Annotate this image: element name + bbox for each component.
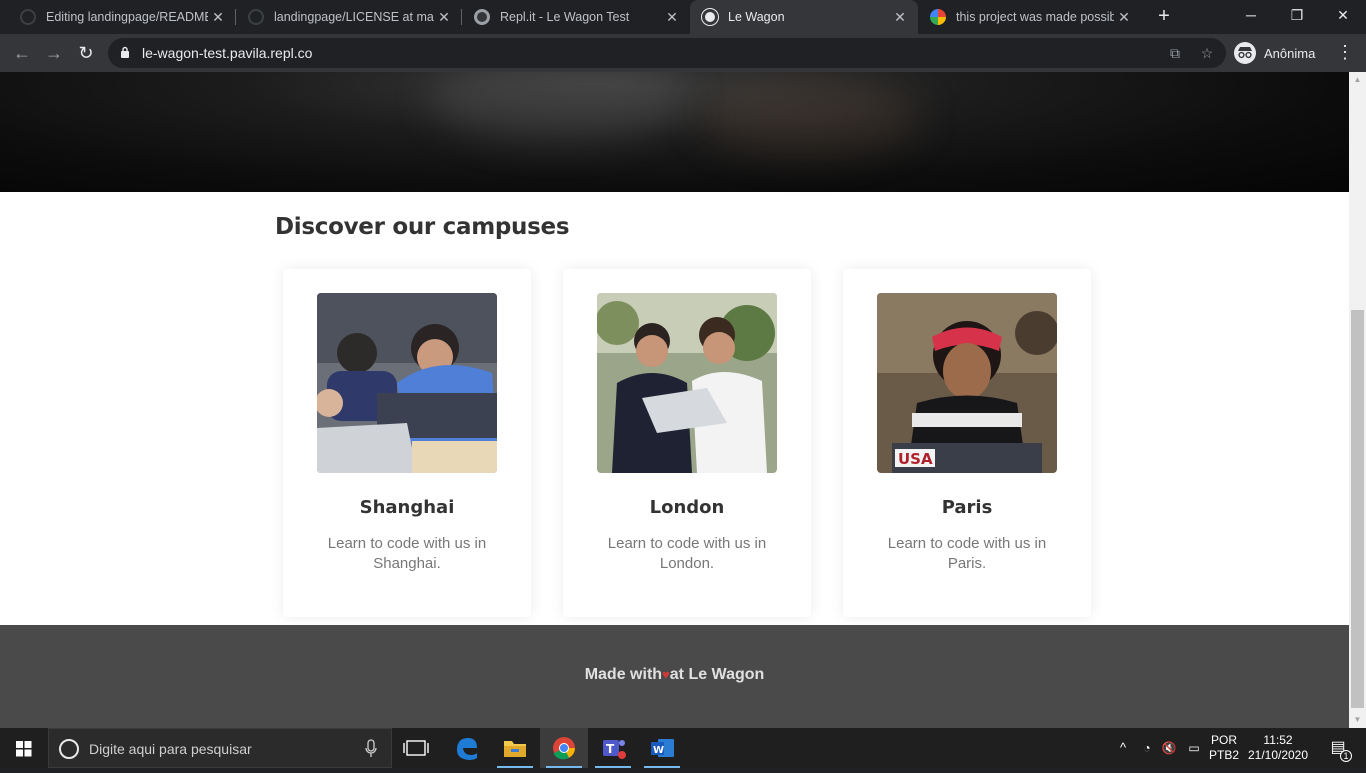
volume-muted-icon[interactable]: 🔇: [1158, 728, 1180, 768]
keyboard-layout: PTB2: [1208, 748, 1239, 762]
footer-credit: Made with♥at Le Wagon: [0, 666, 1349, 684]
tab-replit[interactable]: Repl.it - Le Wagon Test ✕: [462, 0, 690, 34]
notification-count: 1: [1340, 750, 1352, 762]
scroll-up-arrow-icon[interactable]: ▲: [1349, 72, 1366, 88]
tab-title: this project was made possible: [956, 10, 1114, 24]
campus-city: Shanghai: [359, 497, 455, 518]
globe-icon: [702, 9, 718, 25]
hero-banner-image: [0, 72, 1349, 192]
back-button[interactable]: ←: [10, 41, 34, 65]
taskbar-search-box[interactable]: Digite aqui para pesquisar: [48, 728, 392, 768]
svg-text:W: W: [653, 745, 664, 756]
task-view-icon[interactable]: [392, 728, 440, 768]
section-title: Discover our campuses: [275, 214, 570, 240]
footer-made-with: Made with: [584, 666, 663, 683]
minimize-button[interactable]: ─: [1228, 0, 1274, 30]
tab-title: Le Wagon: [728, 10, 785, 24]
translate-icon[interactable]: ⧉: [1166, 44, 1184, 62]
forward-button[interactable]: →: [42, 41, 66, 65]
language-code: POR: [1210, 733, 1237, 747]
chrome-icon[interactable]: [540, 728, 588, 768]
edge-browser-icon[interactable]: [443, 728, 491, 768]
close-window-button[interactable]: ✕: [1320, 0, 1366, 30]
campus-card-london[interactable]: London Learn to code with us in London.: [563, 269, 811, 617]
github-icon: [20, 9, 36, 25]
svg-text:T: T: [606, 742, 615, 756]
restore-button[interactable]: ❐: [1274, 0, 1320, 30]
battery-icon[interactable]: ▭: [1182, 728, 1206, 768]
campus-city: London: [649, 497, 725, 518]
tab-title: landingpage/LICENSE at main: [274, 10, 434, 24]
address-bar[interactable]: le-wagon-test.pavila.repl.co ⧉ ☆: [108, 38, 1226, 68]
search-placeholder: Digite aqui para pesquisar: [89, 741, 252, 757]
tab-le-wagon[interactable]: Le Wagon ✕: [690, 0, 918, 34]
cortana-icon[interactable]: [59, 739, 79, 759]
wifi-icon[interactable]: ◔: [1136, 728, 1158, 768]
close-icon[interactable]: ✕: [890, 9, 910, 26]
page-viewport: Discover our campuses Shanghai Learn to …: [0, 72, 1349, 728]
campus-description: Learn to code with us in London.: [607, 535, 767, 572]
url-text: le-wagon-test.pavila.repl.co: [142, 45, 313, 61]
new-tab-button[interactable]: +: [1152, 6, 1176, 28]
start-button[interactable]: [0, 728, 48, 768]
incognito-profile-button[interactable]: Anônima: [1234, 38, 1315, 68]
profile-label: Anônima: [1264, 45, 1316, 61]
close-icon[interactable]: ✕: [1114, 9, 1134, 26]
campus-description: Learn to code with us in Shanghai.: [327, 535, 487, 572]
svg-text:USA: USA: [898, 450, 933, 468]
microphone-icon[interactable]: [365, 739, 377, 759]
page-scrollbar[interactable]: ▲ ▼: [1349, 72, 1366, 728]
heart-icon: ♥: [662, 667, 670, 682]
scroll-down-arrow-icon[interactable]: ▼: [1349, 712, 1366, 728]
tab-title: Editing landingpage/README.: [46, 10, 208, 24]
replit-icon: [474, 9, 490, 25]
clock[interactable]: 11:52 21/10/2020: [1244, 728, 1312, 768]
campus-photo-shanghai: [317, 293, 497, 473]
browser-toolbar: ← → ↻ le-wagon-test.pavila.repl.co ⧉ ☆ A…: [0, 34, 1366, 72]
clock-date: 21/10/2020: [1247, 748, 1309, 762]
teams-icon[interactable]: T: [589, 728, 637, 768]
action-center-icon[interactable]: ▤ 1: [1318, 728, 1358, 768]
windows-taskbar: Digite aqui para pesquisar T W ^ ◔ 🔇 ▭ P…: [0, 728, 1366, 768]
tab-editing-readme[interactable]: Editing landingpage/README. ✕: [8, 0, 236, 34]
github-icon: [248, 9, 264, 25]
incognito-icon: [1234, 42, 1256, 64]
lock-icon: [121, 46, 129, 58]
tab-strip: Editing landingpage/README. ✕ landingpag…: [0, 0, 1366, 34]
close-icon[interactable]: ✕: [662, 9, 682, 26]
show-hidden-icons-chevron-icon[interactable]: ^: [1112, 728, 1134, 768]
campus-photo-paris: USA: [877, 293, 1057, 473]
tab-title: Repl.it - Le Wagon Test: [500, 10, 630, 24]
google-icon: [930, 9, 946, 25]
file-explorer-icon[interactable]: [491, 728, 539, 768]
campus-card-shanghai[interactable]: Shanghai Learn to code with us in Shangh…: [283, 269, 531, 617]
tab-google-search[interactable]: this project was made possible ✕: [918, 0, 1142, 34]
reload-button[interactable]: ↻: [74, 41, 98, 65]
word-icon[interactable]: W: [638, 728, 686, 768]
page-footer: Made with♥at Le Wagon: [0, 625, 1349, 728]
browser-menu-icon[interactable]: ⋮: [1336, 42, 1354, 62]
footer-at: at Le Wagon: [669, 666, 765, 683]
campus-card-paris[interactable]: USA Paris Learn to code with us in Paris…: [843, 269, 1091, 617]
input-language-indicator[interactable]: POR PTB2: [1206, 728, 1242, 768]
campus-city: Paris: [941, 497, 993, 518]
clock-time: 11:52: [1263, 733, 1293, 747]
tab-license[interactable]: landingpage/LICENSE at main ✕: [236, 0, 462, 34]
campus-photo-london: [597, 293, 777, 473]
close-icon[interactable]: ✕: [208, 9, 228, 26]
bookmark-star-icon[interactable]: ☆: [1198, 44, 1216, 62]
campus-description: Learn to code with us in Paris.: [887, 535, 1047, 572]
close-icon[interactable]: ✕: [434, 9, 454, 26]
scrollbar-thumb[interactable]: [1351, 310, 1364, 708]
windows-logo-icon: [16, 741, 32, 757]
